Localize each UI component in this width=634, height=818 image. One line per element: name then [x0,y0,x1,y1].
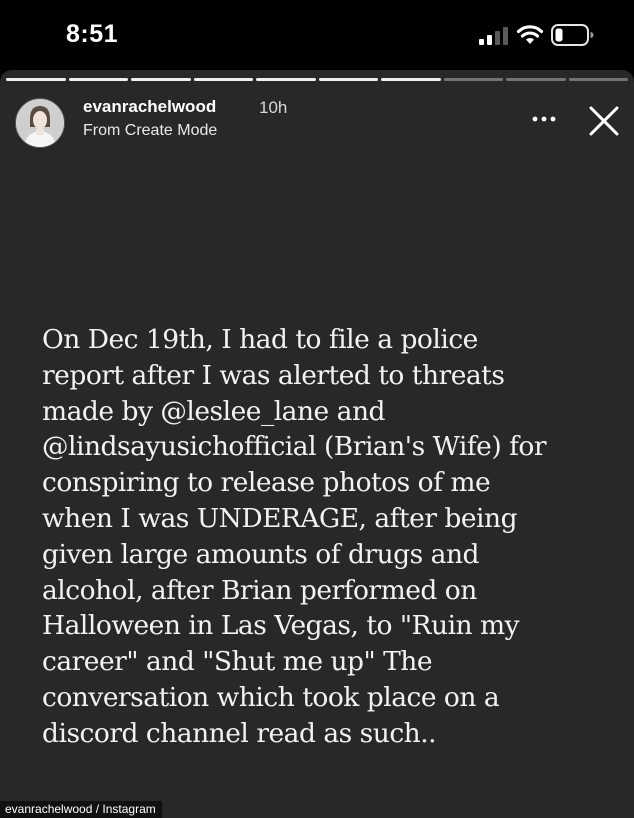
wifi-icon [516,25,544,44]
progress-segment [193,78,253,81]
close-button[interactable] [587,104,621,138]
avatar[interactable] [15,98,65,148]
story-card[interactable]: evanrachelwood 10h From Create Mode On D… [0,70,634,818]
more-options-button[interactable] [529,106,559,132]
signal-bars-icon [479,27,508,45]
story-body-text: On Dec 19th, I had to file a police repo… [42,324,547,749]
post-time: 10h [259,98,288,117]
progress-segment [506,78,566,81]
battery-low-icon [551,24,594,46]
progress-segment [131,78,191,81]
status-time: 8:51 [66,20,119,48]
progress-segment [381,78,441,81]
photo-credit: evanrachelwood / Instagram [0,801,162,818]
create-mode-label[interactable]: From Create Mode [83,122,217,140]
progress-segment [568,78,628,81]
progress-segment [443,78,503,81]
progress-segment [256,78,316,81]
profile-photo-icon [16,99,64,147]
status-bar: 8:51 [0,0,634,70]
more-horizontal-icon [532,116,556,122]
progress-segment [318,78,378,81]
username[interactable]: evanrachelwood [83,97,216,117]
progress-segment [68,78,128,81]
progress-segment [6,78,66,81]
story-progress-bar [6,78,628,81]
close-icon [589,106,619,136]
